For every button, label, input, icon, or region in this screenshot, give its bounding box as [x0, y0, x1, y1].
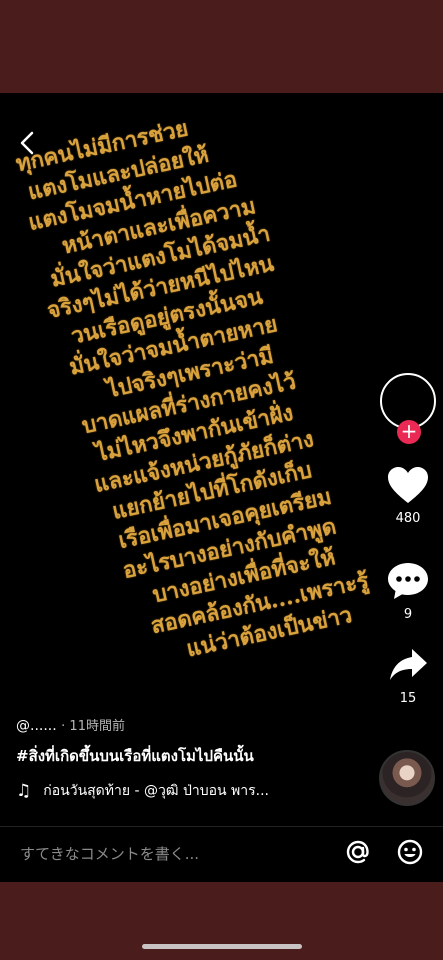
top-frame: [0, 0, 443, 93]
share-button[interactable]: 15: [373, 645, 443, 706]
divider: [0, 826, 443, 827]
music-disc[interactable]: [379, 750, 435, 806]
music-title[interactable]: ก่อนวันสุดท้าย - @วุฒิ ป่าบอน พาร...: [43, 780, 269, 802]
post-time: · 11時間前: [61, 719, 125, 734]
follow-plus-icon[interactable]: +: [397, 420, 421, 444]
home-indicator[interactable]: [142, 944, 302, 949]
video-meta: @...... · 11時間前 #สิ่งที่เกิดขึ้นบนเรือที…: [16, 715, 376, 802]
comment-bubble-icon: [388, 563, 428, 599]
comment-count: 9: [403, 607, 413, 622]
music-note-icon: ♫: [16, 781, 32, 801]
author-line[interactable]: @...... · 11時間前: [16, 715, 376, 734]
like-count: 480: [395, 511, 421, 526]
like-button[interactable]: 480: [373, 465, 443, 526]
video-caption[interactable]: #สิ่งที่เกิดขึ้นบนเรือที่แตงโมไปคืนนั้น: [16, 744, 376, 768]
music-line[interactable]: ♫ ก่อนวันสุดท้าย - @วุฒิ ป่าบอน พาร...: [16, 780, 376, 802]
author-name[interactable]: @......: [16, 718, 57, 734]
share-count: 15: [399, 691, 417, 706]
video-screen[interactable]: ทุกคนไม่มีการช่วย แตงโมและปล่อยให้ แตงโม…: [0, 93, 443, 882]
emoji-icon[interactable]: [396, 838, 424, 866]
mention-at-icon[interactable]: [344, 838, 372, 866]
heart-icon: [388, 467, 428, 503]
share-arrow-icon: [390, 649, 427, 680]
comment-input[interactable]: すてきなコメントを書く...: [20, 843, 199, 864]
lyrics-overlay: ทุกคนไม่มีการช่วย แตงโมและปล่อยให้ แตงโม…: [0, 93, 443, 740]
comment-button[interactable]: 9: [373, 561, 443, 622]
